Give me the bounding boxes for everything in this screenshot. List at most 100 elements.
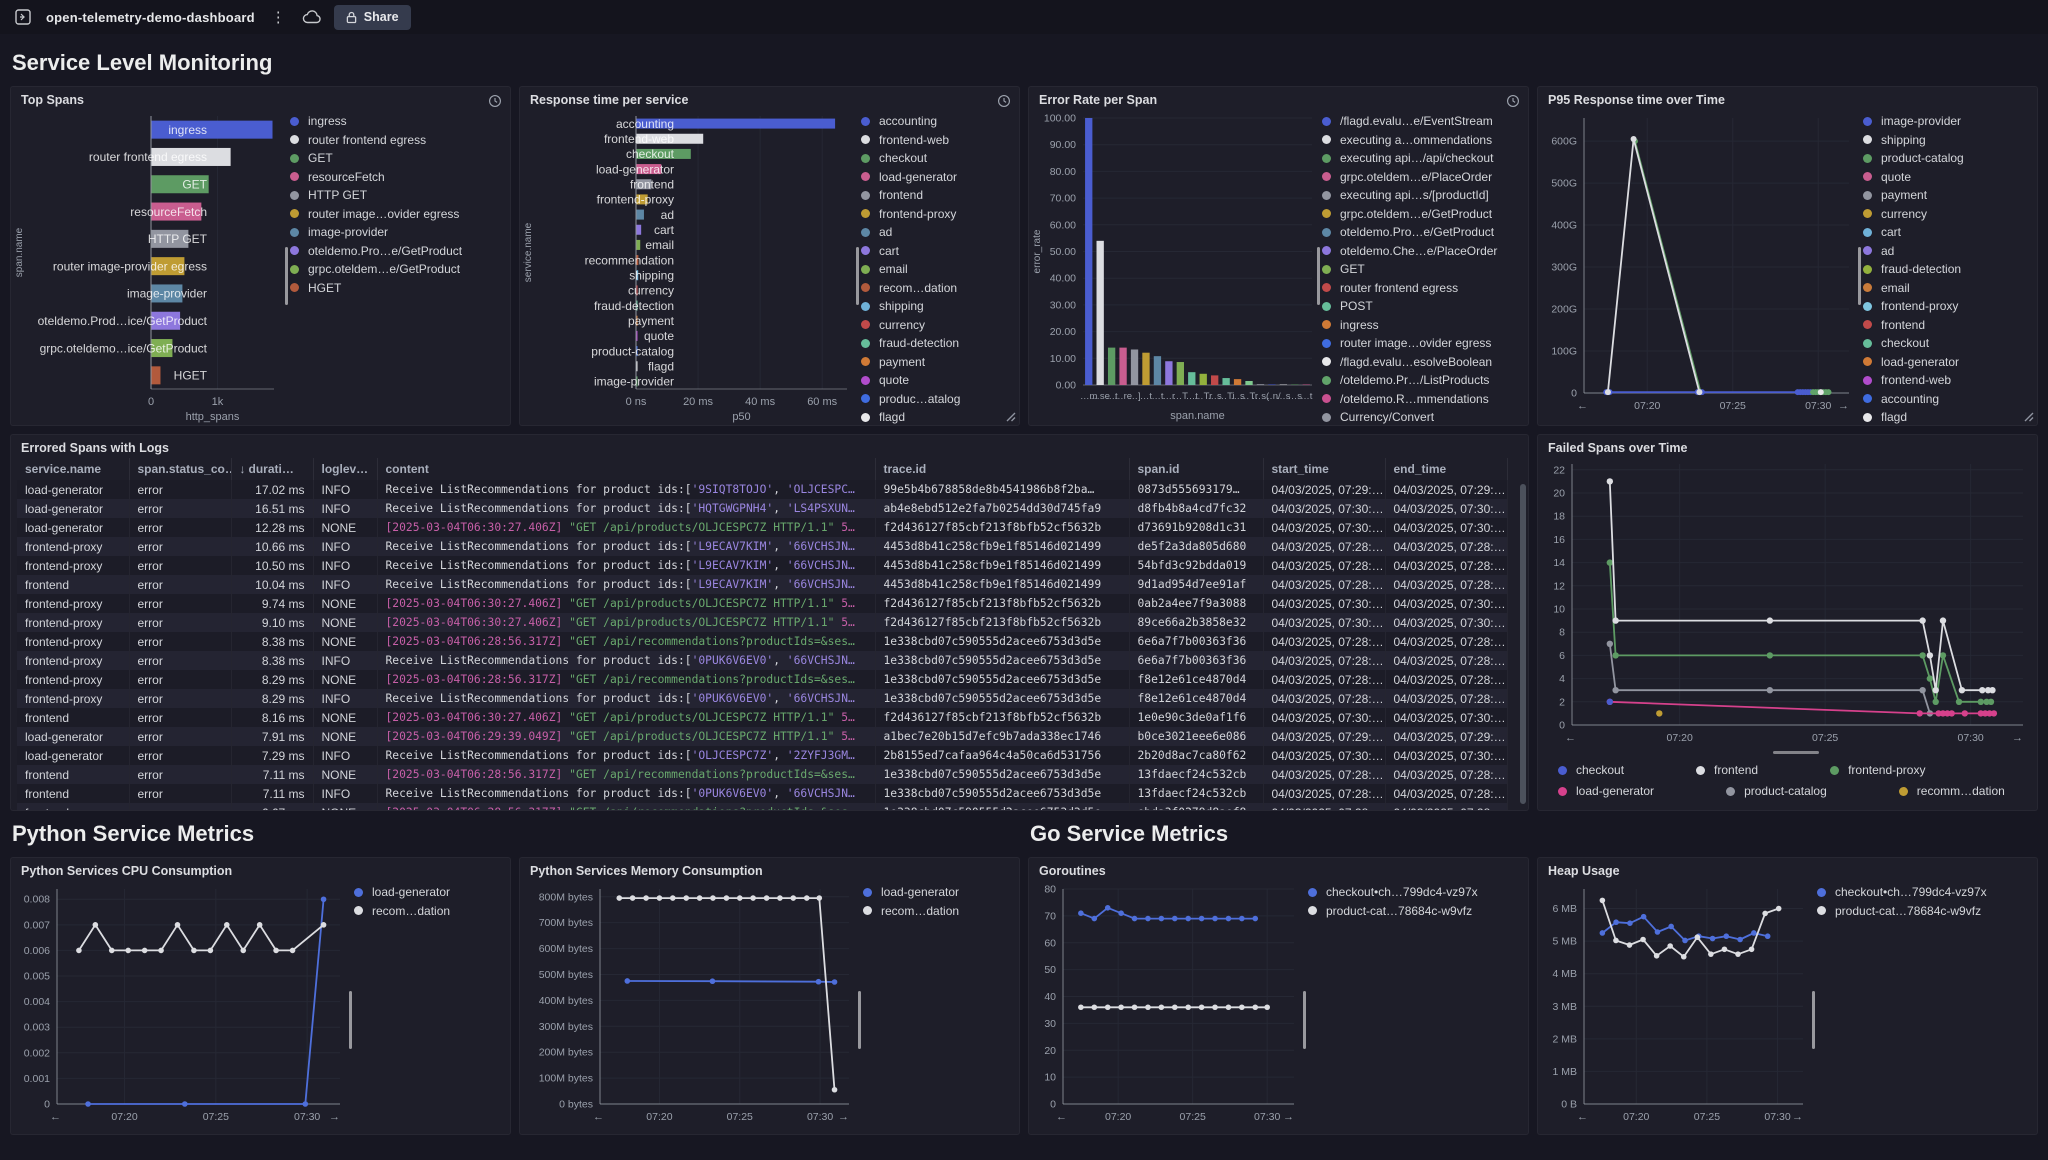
failed-spans-chart[interactable]: 024681012141618202207:2007:2507:30←→ [1538, 456, 2037, 755]
legend-item[interactable]: Currency/Convert [1322, 410, 1520, 424]
legend-item[interactable]: quote [1863, 170, 2029, 184]
legend-item[interactable]: router frontend egress [290, 133, 502, 147]
column-header[interactable]: start_time [1263, 458, 1385, 480]
legend-scrollbar[interactable] [1858, 247, 1861, 305]
panel-response-time-title[interactable]: Response time per service [520, 87, 1019, 108]
legend-item[interactable]: POST [1322, 299, 1520, 313]
legend-scrollbar[interactable] [856, 247, 859, 305]
legend-item[interactable]: ad [861, 225, 1011, 239]
legend-item[interactable]: /oteldemo.R…mmendations [1322, 392, 1520, 406]
panel-error-rate-title[interactable]: Error Rate per Span [1029, 87, 1528, 108]
legend-item[interactable]: oteldemo.Pro…e/GetProduct [1322, 225, 1520, 239]
legend-item[interactable]: ingress [290, 114, 502, 128]
legend-item[interactable]: executing api…s/[productId] [1322, 188, 1520, 202]
legend-item[interactable]: product-cat…78684c-w9vfz [1817, 904, 2029, 918]
python-cpu-chart[interactable]: 00.0010.0020.0030.0040.0050.0060.0070.00… [11, 879, 352, 1134]
legend-item[interactable]: grpc.oteldem…e/PlaceOrder [1322, 170, 1520, 184]
legend-item[interactable]: checkout [861, 151, 1011, 165]
legend-item[interactable]: frontend-proxy [1863, 299, 2029, 313]
legend-item[interactable]: router image…ovider egress [290, 207, 502, 221]
panel-failed-spans-title[interactable]: Failed Spans over Time [1538, 435, 2037, 456]
legend-item[interactable]: product-catalog [1863, 151, 2029, 165]
legend-item[interactable]: frontend-web [1863, 373, 2029, 387]
column-header[interactable]: end_time [1385, 458, 1507, 480]
legend-item[interactable]: payment [1863, 188, 2029, 202]
legend-item[interactable]: checkout [1558, 763, 1624, 777]
legend-item[interactable]: frontend-web [861, 133, 1011, 147]
legend-item[interactable]: cart [861, 244, 1011, 258]
legend-item[interactable]: image-provider [290, 225, 502, 239]
legend-item[interactable]: produc…atalog [861, 392, 1011, 406]
panel-p95-title[interactable]: P95 Response time over Time [1538, 87, 2037, 108]
legend-item[interactable]: executing api…/api/checkout [1322, 151, 1520, 165]
p95-chart[interactable]: 0100G200G300G400G500G600G07:2007:2507:30… [1538, 108, 1861, 425]
panel-python-mem-title[interactable]: Python Services Memory Consumption [520, 858, 1019, 879]
legend-item[interactable]: checkout•ch…799dc4-vz97x [1308, 885, 1520, 899]
legend-scrollbar[interactable] [349, 991, 352, 1049]
legend-item[interactable]: /flagd.evalu…e/EventStream [1322, 114, 1520, 128]
column-header[interactable]: span.status_co… [129, 458, 231, 480]
legend-item[interactable]: accounting [1863, 392, 2029, 406]
heap-usage-chart[interactable]: 0 B1 MB2 MB3 MB4 MB5 MB6 MB07:2007:2507:… [1538, 879, 1815, 1134]
column-header[interactable]: loglev… [313, 458, 377, 480]
legend-scrollbar[interactable] [1812, 991, 1815, 1049]
legend-item[interactable]: image-provider [1863, 114, 2029, 128]
legend-item[interactable]: flagd [1863, 410, 2029, 424]
legend-item[interactable]: resourceFetch [290, 170, 502, 184]
column-header[interactable]: ↓durati… [231, 458, 313, 480]
legend-item[interactable]: fraud-detection [1863, 262, 2029, 276]
legend-item[interactable]: oteldemo.Che…e/PlaceOrder [1322, 244, 1520, 258]
legend-item[interactable]: GET [1322, 262, 1520, 276]
legend-scrollbar[interactable] [285, 247, 288, 305]
error-rate-chart[interactable]: 0.0010.0020.0030.0040.0050.0060.0070.008… [1029, 108, 1320, 425]
legend-item[interactable]: cart [1863, 225, 2029, 239]
column-header[interactable]: trace.id [875, 458, 1129, 480]
legend-scrollbar[interactable] [1317, 247, 1320, 305]
column-header[interactable]: service.name [17, 458, 129, 480]
legend-item[interactable]: product-catalog [1726, 784, 1827, 798]
legend-item[interactable]: frontend-proxy [1830, 763, 1925, 777]
legend-item[interactable]: frontend-proxy [861, 207, 1011, 221]
panel-python-cpu-title[interactable]: Python Services CPU Consumption [11, 858, 510, 879]
legend-item[interactable]: fraud-detection [861, 336, 1011, 350]
legend-scrollbar[interactable] [858, 991, 861, 1049]
legend-item[interactable]: checkout [1863, 336, 2029, 350]
legend-item[interactable]: load-generator [861, 170, 1011, 184]
python-mem-chart[interactable]: 0 bytes100M bytes200M bytes300M bytes400… [520, 879, 861, 1134]
panel-goroutines-title[interactable]: Goroutines [1029, 858, 1528, 879]
table-scrollbar[interactable] [1520, 484, 1526, 804]
legend-item[interactable]: shipping [1863, 133, 2029, 147]
legend-item[interactable]: currency [1863, 207, 2029, 221]
legend-item[interactable]: flagd [861, 410, 1011, 424]
legend-item[interactable]: currency [861, 318, 1011, 332]
legend-item[interactable]: accounting [861, 114, 1011, 128]
cloud-icon[interactable] [302, 9, 322, 25]
response-time-chart[interactable]: 0 ns20 ms40 ms60 msaccountingfrontend-we… [520, 108, 859, 425]
legend-item[interactable]: executing a…ommendations [1322, 133, 1520, 147]
resize-handle-icon[interactable] [1004, 410, 1016, 422]
legend-item[interactable]: grpc.oteldem…e/GetProduct [290, 262, 502, 276]
panel-top-spans-title[interactable]: Top Spans [11, 87, 510, 108]
legend-item[interactable]: grpc.oteldem…e/GetProduct [1322, 207, 1520, 221]
legend-item[interactable]: GET [290, 151, 502, 165]
legend-item[interactable]: router frontend egress [1322, 281, 1520, 295]
legend-item[interactable]: quote [861, 373, 1011, 387]
legend-item[interactable]: load-generator [354, 885, 502, 899]
legend-item[interactable]: recomm…dation [1899, 784, 2005, 798]
panel-heap-usage-title[interactable]: Heap Usage [1538, 858, 2037, 879]
legend-item[interactable]: frontend [1863, 318, 2029, 332]
legend-item[interactable]: /oteldemo.Pr…/ListProducts [1322, 373, 1520, 387]
legend-item[interactable]: product-cat…78684c-w9vfz [1308, 904, 1520, 918]
kebab-menu-icon[interactable]: ⋮ [267, 8, 290, 26]
legend-scrollbar[interactable] [1303, 991, 1306, 1049]
legend-item[interactable]: recom…dation [863, 904, 1011, 918]
legend-item[interactable]: ad [1863, 244, 2029, 258]
column-header[interactable]: content [377, 458, 875, 480]
top-spans-chart[interactable]: 01kingressrouter frontend egressGETresou… [11, 108, 288, 425]
legend-item[interactable]: frontend [1696, 763, 1758, 777]
panel-errored-spans-title[interactable]: Errored Spans with Logs [11, 435, 1528, 456]
legend-item[interactable]: load-generator [1863, 355, 2029, 369]
goroutines-chart[interactable]: 0102030405060708007:2007:2507:30←→ [1029, 879, 1306, 1134]
legend-item[interactable]: load-generator [1558, 784, 1654, 798]
share-button[interactable]: Share [334, 5, 411, 30]
